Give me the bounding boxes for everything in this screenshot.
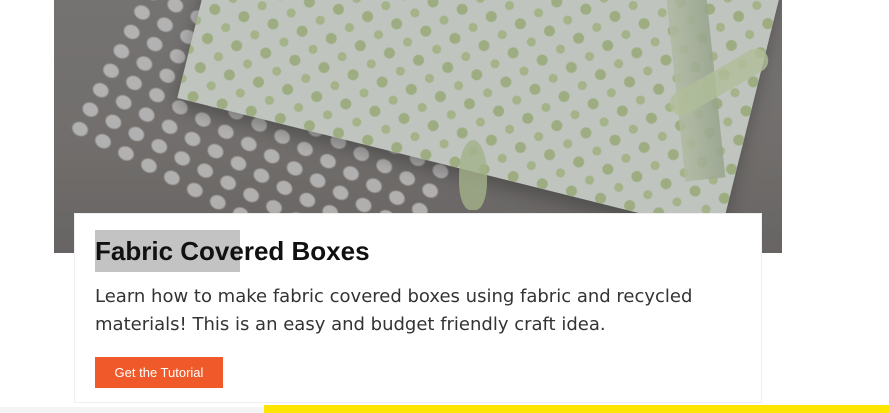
tutorial-card: Fabric Covered Boxes Learn how to make f… bbox=[74, 213, 762, 403]
footer-strip bbox=[0, 407, 264, 413]
get-tutorial-button[interactable]: Get the Tutorial bbox=[95, 357, 223, 388]
page: Fabric Covered Boxes Learn how to make f… bbox=[0, 0, 889, 413]
card-description: Learn how to make fabric covered boxes u… bbox=[95, 286, 693, 335]
card-title: Fabric Covered Boxes bbox=[95, 230, 370, 272]
footer-accent-bar bbox=[264, 405, 889, 413]
ribbon-decoration bbox=[459, 140, 487, 210]
fabric-box-edge bbox=[662, 0, 726, 182]
card-title-text: Fabric Covered Boxes bbox=[95, 236, 370, 266]
ribbon-decoration bbox=[665, 44, 773, 120]
fabric-box bbox=[177, 0, 782, 234]
